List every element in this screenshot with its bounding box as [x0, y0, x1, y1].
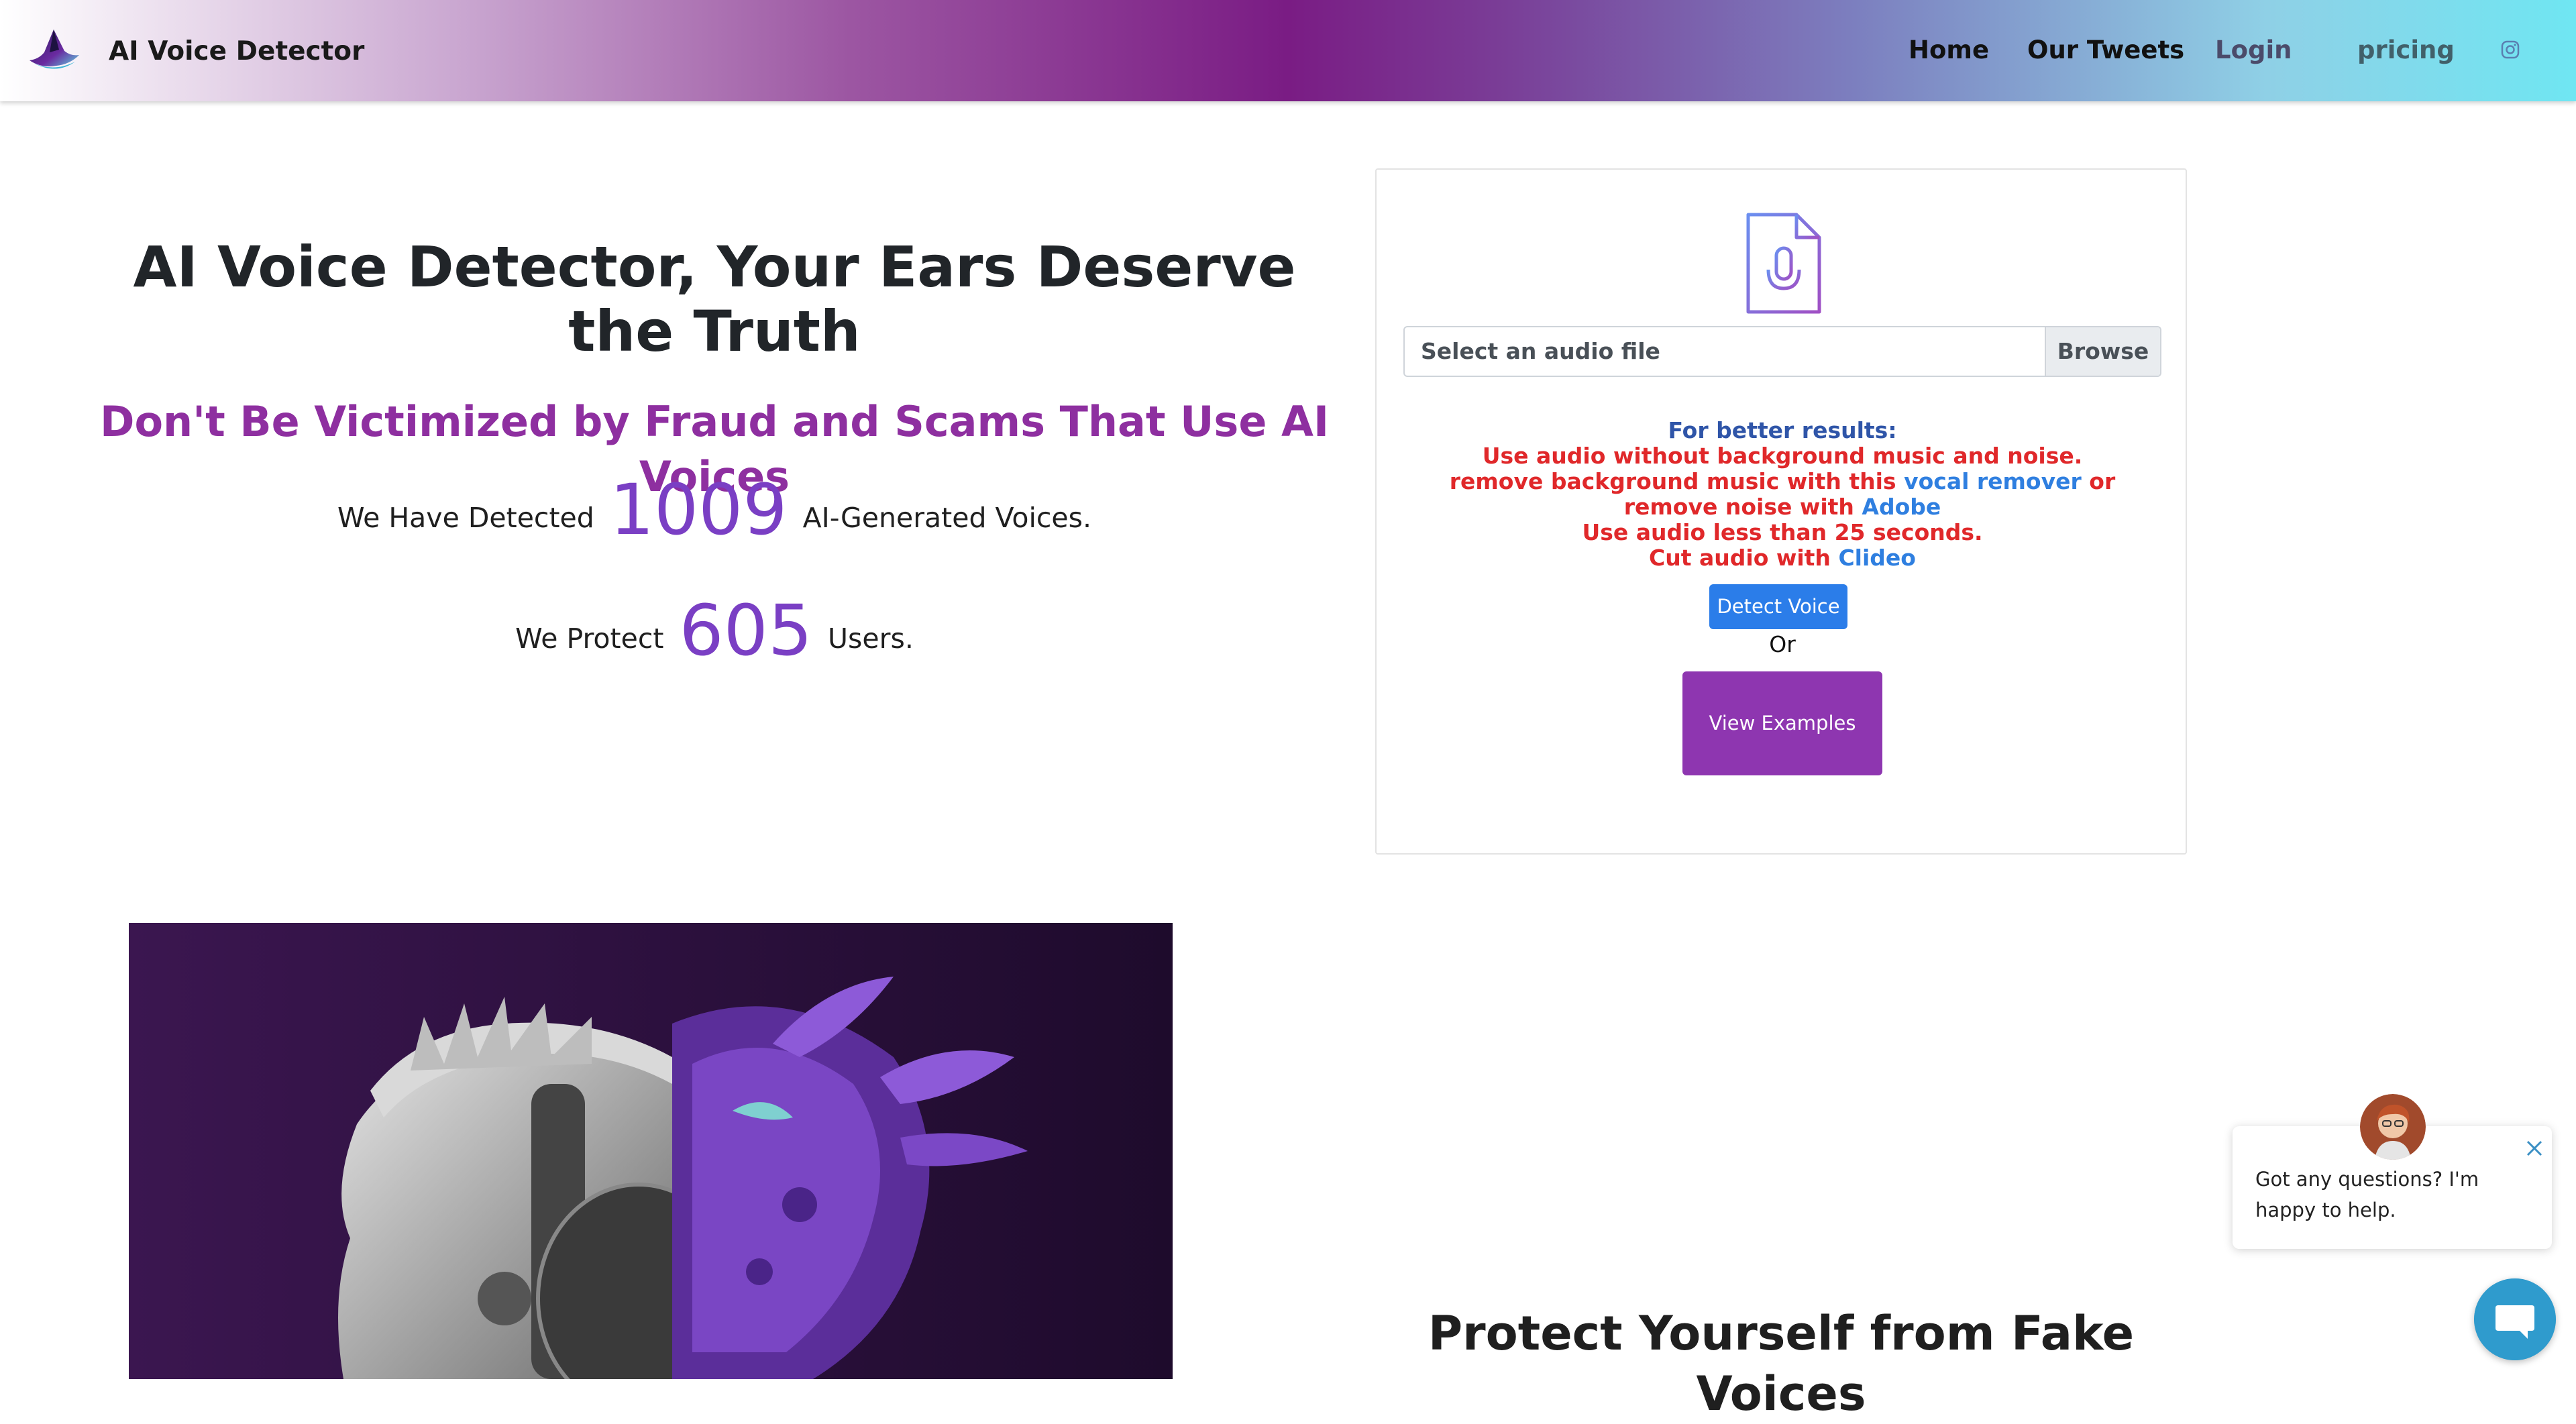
file-input-placeholder: Select an audio file [1421, 338, 1660, 364]
close-icon[interactable] [2524, 1138, 2544, 1158]
detected-stat: We Have Detected 1009 AI-Generated Voice… [67, 470, 1362, 558]
section-title: Protect Yourself from Fake Voices [1428, 1306, 2135, 1421]
tip-duration: Use audio less than 25 seconds. [1582, 519, 1983, 545]
protect-suffix: Users. [828, 622, 914, 655]
protect-stat: We Protect 605 Users. [67, 590, 1362, 679]
nav-home[interactable]: Home [1909, 35, 1989, 66]
audio-file-input[interactable]: Select an audio file Browse [1403, 326, 2161, 377]
vocal-remover-link[interactable]: vocal remover [1904, 468, 2082, 494]
protect-count: 605 [679, 590, 812, 671]
adobe-link[interactable]: Adobe [1862, 494, 1941, 520]
nav-pricing[interactable]: pricing [2357, 35, 2455, 66]
nav-login[interactable]: Login [2215, 35, 2292, 66]
clideo-link[interactable]: Clideo [1838, 545, 1916, 571]
brand[interactable]: AI Voice Detector [27, 25, 364, 76]
nav-our-tweets[interactable]: Our Tweets [2027, 35, 2184, 66]
hero-illustration [129, 923, 1173, 1379]
chat-launcher-icon[interactable] [2474, 1278, 2556, 1360]
tips-block: For better results: Use audio without ba… [1403, 418, 2161, 571]
detect-voice-button[interactable]: Detect Voice [1709, 584, 1847, 629]
or-separator: Or [1769, 631, 1796, 657]
detected-suffix: AI-Generated Voices. [802, 502, 1092, 534]
avatar [2360, 1094, 2426, 1160]
view-examples-button[interactable]: View Examples [1682, 671, 1882, 775]
navbar: AI Voice Detector Home Our Tweets Login … [0, 0, 2576, 101]
tip-cut-audio: Cut audio with Clideo [1403, 545, 2161, 571]
instagram-icon[interactable] [2500, 40, 2520, 60]
tip-remove-music-text: remove background music with this [1449, 468, 1896, 494]
browse-button[interactable]: Browse [2045, 327, 2160, 376]
chat-message: Got any questions? I'm happy to help. [2255, 1168, 2479, 1221]
brand-logo-icon [30, 30, 79, 69]
detected-count: 1009 [609, 469, 788, 551]
tips-heading: For better results: [1668, 417, 1897, 443]
tip-no-background: Use audio without background music and n… [1482, 443, 2083, 469]
upload-card: Select an audio file Browse For better r… [1375, 168, 2187, 855]
page-title: AI Voice Detector, Your Ears Deserve the… [133, 234, 1296, 364]
protect-prefix: We Protect [515, 622, 664, 655]
detected-prefix: We Have Detected [337, 502, 594, 534]
brand-name: AI Voice Detector [109, 36, 365, 66]
audio-file-icon [1746, 213, 1821, 314]
tip-cut-audio-text: Cut audio with [1649, 545, 1831, 571]
tip-remove-music: remove background music with this vocal … [1403, 469, 2161, 520]
